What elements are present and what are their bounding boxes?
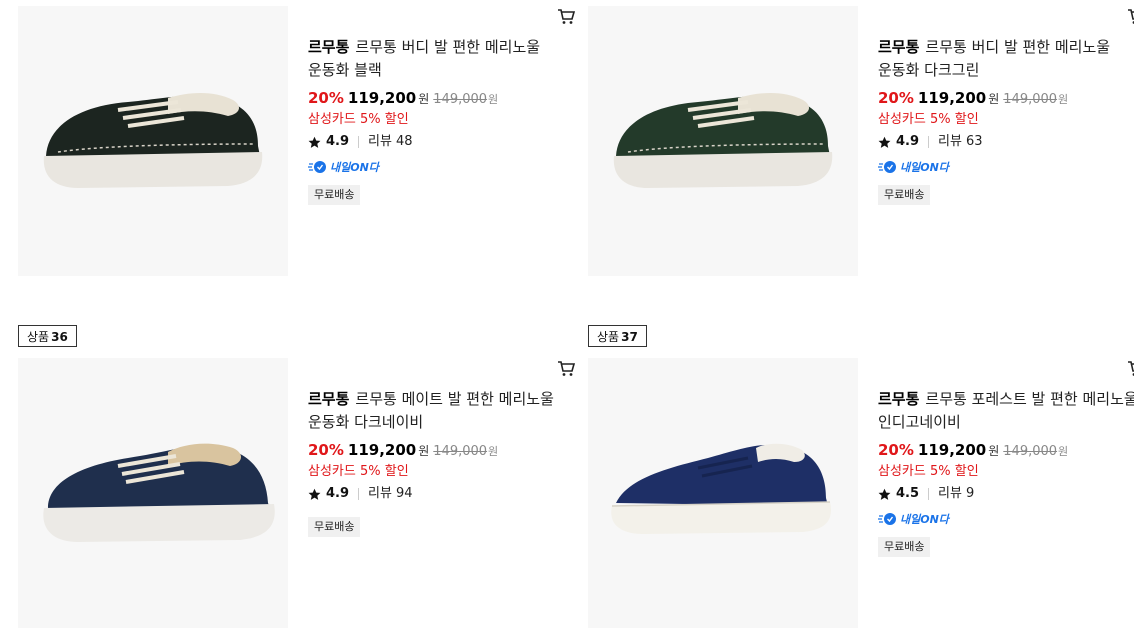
free-shipping-badge: 무료배송 (308, 517, 361, 537)
sale-price: 119,200 (917, 441, 987, 459)
divider (928, 488, 930, 500)
review-count: 48 (395, 134, 413, 149)
product-title[interactable]: 르무통 르무통 포레스트 발 편한 메리노울 인디고네이비 (878, 388, 1134, 434)
product-title[interactable]: 르무통 르무통 버디 발 편한 메리노울 운동화 블랙 (308, 36, 568, 82)
sneaker-image (43, 93, 263, 188)
price-row: 20% 119,200 원 149,000원 (878, 88, 1134, 110)
original-currency: 원 (1058, 445, 1069, 458)
review-label: 리뷰 (938, 486, 962, 501)
product-image[interactable] (18, 358, 288, 628)
discount-rate: 20% (878, 89, 914, 107)
currency: 원 (988, 444, 1000, 458)
rating-score: 4.9 (326, 134, 350, 149)
sale-price: 119,200 (917, 89, 987, 107)
original-price: 149,000 (433, 92, 488, 107)
divider (928, 136, 930, 148)
product-number-prefix: 상품 (597, 330, 620, 344)
discount-rate: 20% (308, 441, 344, 459)
product-card[interactable]: 르무통 르무통 버디 발 편한 메리노울 운동화 블랙 20% 119,200 원 14… (18, 6, 578, 276)
product-number-tag: 상품 36 (18, 325, 77, 347)
rating-score: 4.9 (326, 486, 350, 501)
review-label: 리뷰 (938, 134, 962, 149)
product-card[interactable]: 르무통 르무통 버디 발 편한 메리노울 운동화 다크그린 20% 119,200 원… (588, 6, 1134, 276)
cart-icon[interactable] (1126, 358, 1134, 378)
rating-row: 4.9 리뷰 48 (308, 133, 568, 151)
sneaker-image (613, 93, 833, 188)
free-shipping-badge: 무료배송 (878, 537, 931, 557)
cart-icon[interactable] (556, 6, 576, 26)
brand-name: 르무통 (308, 390, 350, 408)
rating-score: 4.9 (896, 134, 920, 149)
original-price: 149,000 (1003, 444, 1058, 459)
rating-row: 4.9 리뷰 94 (308, 485, 568, 503)
delivery-badge: 내일ON다 (308, 159, 568, 175)
delivery-badge: 내일ON다 (878, 511, 1134, 527)
review-label: 리뷰 (368, 486, 392, 501)
brand-name: 르무통 (878, 390, 920, 408)
original-currency: 원 (488, 93, 499, 106)
currency: 원 (418, 92, 430, 106)
card-discount: 삼성카드 5% 할인 (878, 112, 979, 127)
original-price: 149,000 (1003, 92, 1058, 107)
delivery-label: 내일ON다 (330, 161, 379, 174)
product-title[interactable]: 르무통 르무통 버디 발 편한 메리노울 운동화 다크그린 (878, 36, 1134, 82)
original-price: 149,000 (433, 444, 488, 459)
star-icon (878, 488, 891, 500)
free-shipping-badge: 무료배송 (878, 185, 931, 205)
card-discount: 삼성카드 5% 할인 (878, 464, 979, 479)
original-currency: 원 (488, 445, 499, 458)
cart-icon[interactable] (556, 358, 576, 378)
card-discount: 삼성카드 5% 할인 (308, 112, 409, 127)
currency: 원 (418, 444, 430, 458)
product-image[interactable] (588, 358, 858, 628)
discount-rate: 20% (878, 441, 914, 459)
card-discount: 삼성카드 5% 할인 (308, 464, 409, 479)
review-count: 94 (395, 486, 413, 501)
sneaker-image (43, 443, 275, 542)
product-number: 36 (51, 330, 68, 344)
delivery-badge: 내일ON다 (878, 159, 1134, 175)
delivery-truck-icon (878, 513, 896, 525)
product-title[interactable]: 르무통 르무통 메이트 발 편한 메리노울 운동화 다크네이비 (308, 388, 568, 434)
divider (358, 488, 360, 500)
star-icon (308, 136, 321, 148)
divider (358, 136, 360, 148)
original-currency: 원 (1058, 93, 1069, 106)
product-number-prefix: 상품 (27, 330, 50, 344)
price-row: 20% 119,200 원 149,000원 (878, 440, 1134, 462)
price-row: 20% 119,200 원 149,000원 (308, 440, 568, 462)
delivery-label: 내일ON다 (900, 161, 949, 174)
review-count: 9 (965, 486, 975, 501)
sale-price: 119,200 (347, 441, 417, 459)
product-image[interactable] (588, 6, 858, 276)
product-number-tag: 상품 37 (588, 325, 647, 347)
delivery-truck-icon (878, 161, 896, 173)
delivery-truck-icon (308, 161, 326, 173)
star-icon (308, 488, 321, 500)
review-label: 리뷰 (368, 134, 392, 149)
currency: 원 (988, 92, 1000, 106)
product-image[interactable] (18, 6, 288, 276)
brand-name: 르무통 (308, 38, 350, 56)
free-shipping-badge: 무료배송 (308, 185, 361, 205)
cart-icon[interactable] (1126, 6, 1134, 26)
rating-score: 4.5 (896, 486, 920, 501)
product-number: 37 (621, 330, 638, 344)
delivery-label: 내일ON다 (900, 513, 949, 526)
sale-price: 119,200 (347, 89, 417, 107)
review-count: 63 (965, 134, 983, 149)
discount-rate: 20% (308, 89, 344, 107)
rating-row: 4.9 리뷰 63 (878, 133, 1134, 151)
brand-name: 르무통 (878, 38, 920, 56)
product-card[interactable]: 상품 37 르무통 르무통 포레스트 발 편한 메리노울 인디고네이비 20% 119… (588, 325, 1134, 628)
price-row: 20% 119,200 원 149,000원 (308, 88, 568, 110)
sneaker-image (611, 443, 831, 534)
star-icon (878, 136, 891, 148)
rating-row: 4.5 리뷰 9 (878, 485, 1134, 503)
product-card[interactable]: 상품 36 르무통 르무통 메이트 발 편한 메리노울 운동화 다크네이비 20% 1… (18, 325, 578, 628)
